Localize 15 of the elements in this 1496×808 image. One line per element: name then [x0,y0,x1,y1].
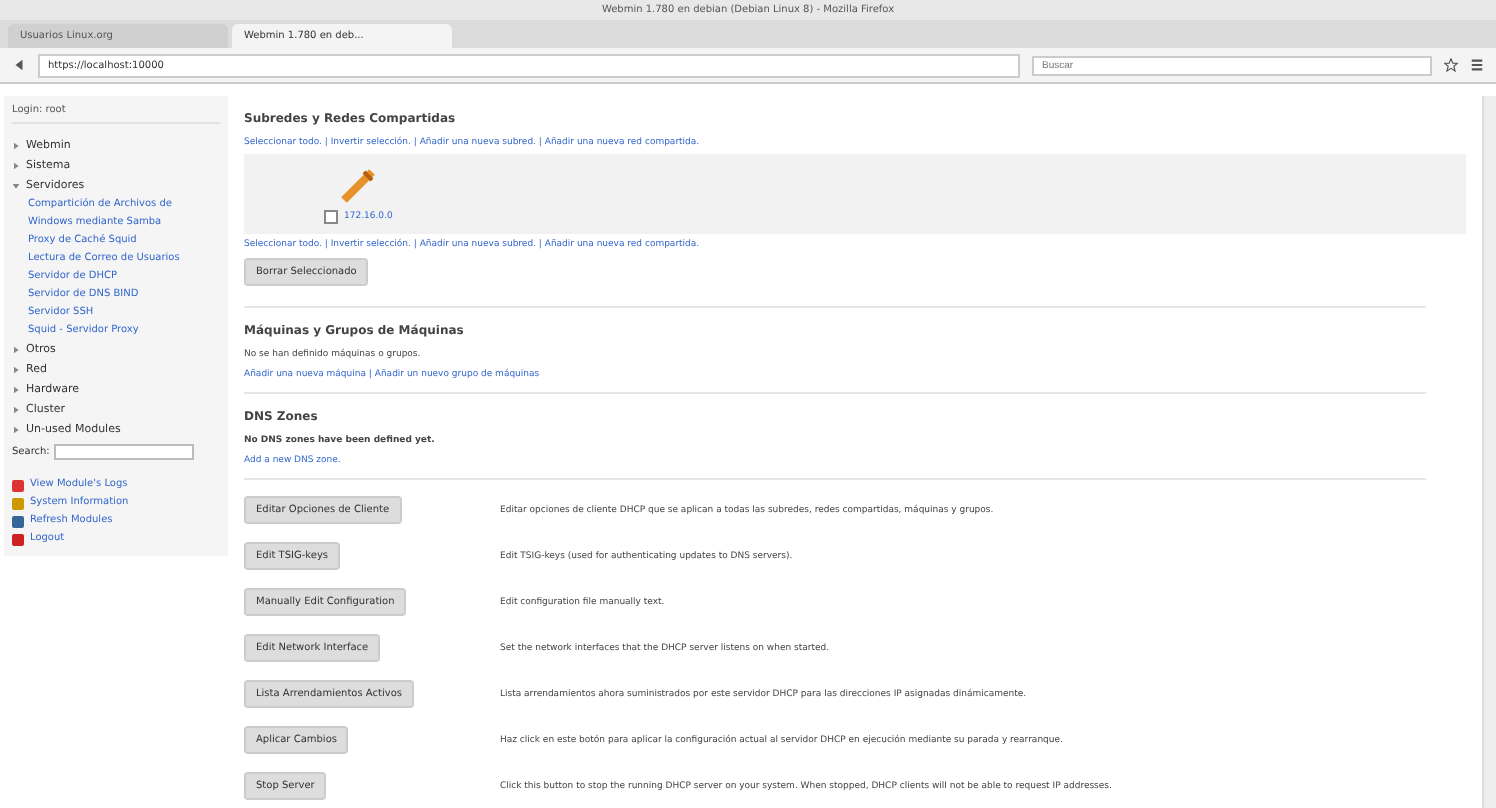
expander-icon[interactable] [12,386,20,394]
expander-icon[interactable] [12,406,20,414]
expander-icon[interactable] [12,426,20,434]
expander-icon[interactable] [12,366,20,374]
network-cable-icon[interactable] [338,166,379,206]
scrollbar[interactable] [1482,96,1496,808]
menu-icon[interactable] [1470,58,1484,72]
search-field[interactable] [53,444,194,460]
expander-icon[interactable] [12,142,20,150]
expander-icon[interactable] [12,346,20,354]
expander-icon[interactable] [12,182,20,190]
star-icon[interactable] [1444,58,1458,72]
expander-icon[interactable] [12,162,20,170]
back-icon[interactable] [12,58,26,72]
checkbox[interactable] [324,210,338,224]
